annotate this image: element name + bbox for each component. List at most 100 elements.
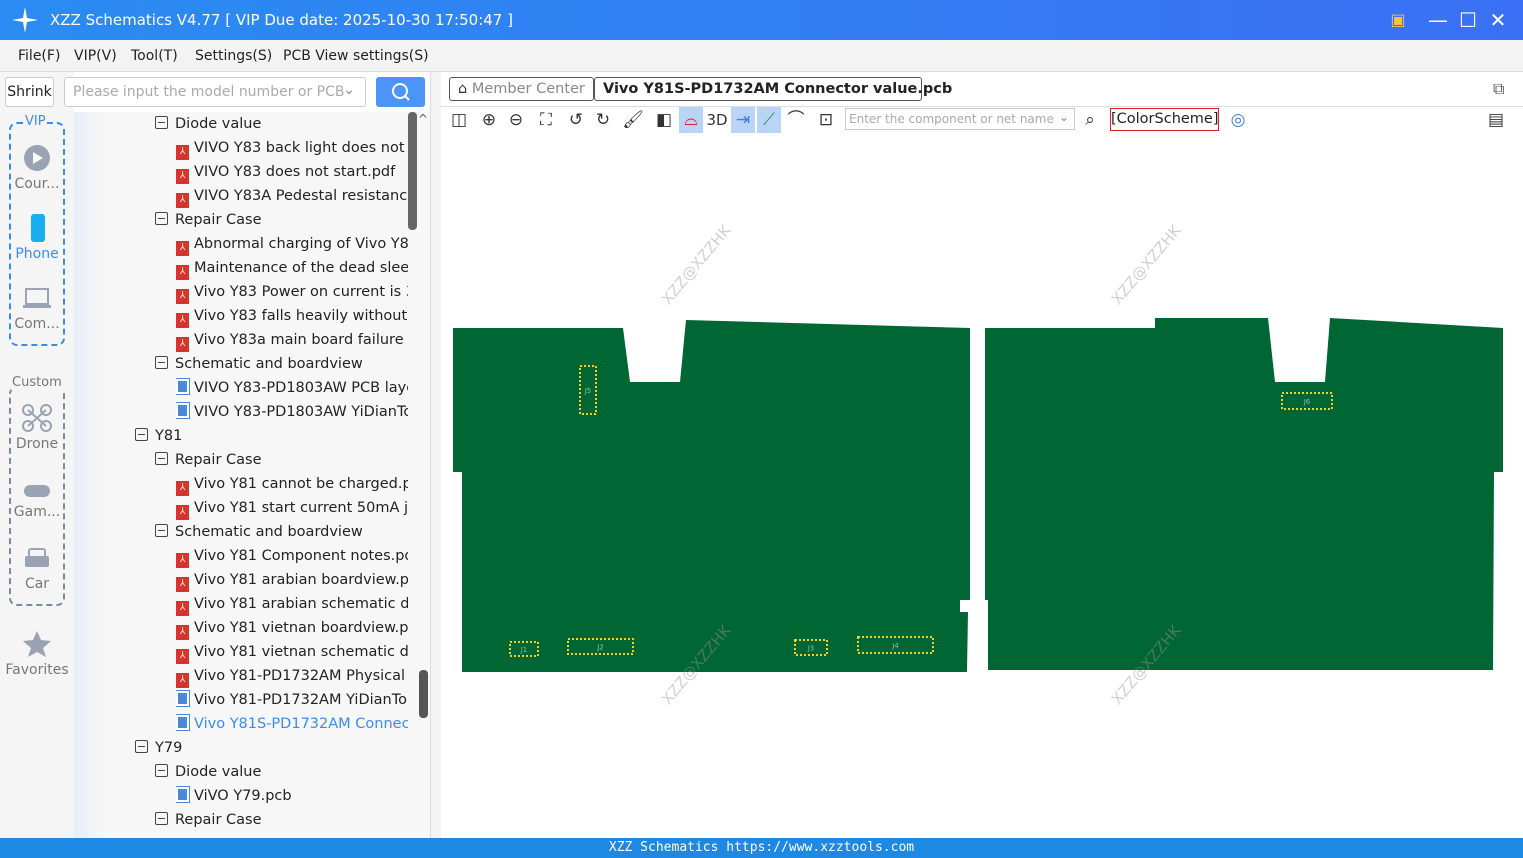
tree-group[interactable]: Diode value bbox=[155, 760, 408, 784]
tree-file-item[interactable]: ⅄ Vivo Y81 start current 50mA jitte bbox=[176, 496, 408, 520]
net-trace-icon[interactable]: ⟋ bbox=[757, 107, 781, 133]
nav-label: Phone bbox=[15, 246, 59, 262]
mouse-icon[interactable]: ⊡ bbox=[814, 107, 838, 133]
tree-file-item[interactable]: ⅄ VIVO Y83 does not start.pdf bbox=[176, 160, 408, 184]
nav-drone[interactable]: Drone bbox=[4, 404, 70, 452]
collapse-icon[interactable] bbox=[135, 428, 148, 441]
menu-vip[interactable]: VIP(V) bbox=[74, 48, 117, 64]
tree-item-label: Repair Case bbox=[175, 812, 262, 828]
tree-file-item[interactable]: ⅄ Vivo Y81 cannot be charged.pdf bbox=[176, 472, 408, 496]
close-button[interactable]: ✕ bbox=[1486, 8, 1510, 32]
maximize-button[interactable]: ☐ bbox=[1456, 8, 1480, 32]
tree-file-item[interactable]: Vivo Y81-PD1732AM YiDianTon bbox=[176, 688, 408, 712]
tree-file-item[interactable]: ⅄ Vivo Y83 Power on current is 3 M bbox=[176, 280, 408, 304]
tree-file-item[interactable]: ⅄ VIVO Y83 back light does not w bbox=[176, 136, 408, 160]
collapse-icon[interactable] bbox=[135, 740, 148, 753]
scroll-up-arrow[interactable]: ^ bbox=[418, 112, 428, 126]
eye-icon[interactable]: ◎ bbox=[1226, 107, 1250, 133]
nav-phone[interactable]: Phone bbox=[4, 214, 70, 262]
pcb-canvas[interactable]: J1 J2 J3 J4J5J6XZZ@XZZHK XZZ@XZZHKXZZ@XZZHK X… bbox=[441, 135, 1523, 838]
collapse-icon[interactable] bbox=[155, 764, 168, 777]
tree-group[interactable]: Schematic and boardview bbox=[155, 520, 408, 544]
collapse-icon[interactable] bbox=[155, 356, 168, 369]
collapse-icon[interactable] bbox=[155, 116, 168, 129]
tree-scrollbar-secondary[interactable] bbox=[419, 670, 428, 718]
tree-file-item[interactable]: ⅄ Vivo Y81 arabian schematic diag bbox=[176, 592, 408, 616]
pdf-file-icon: ⅄ bbox=[176, 505, 189, 520]
tree-group[interactable]: Diode value bbox=[155, 112, 408, 136]
tree-file-item[interactable]: ⅄ Vivo Y81-PD1732AM Physical sc bbox=[176, 664, 408, 688]
close-tabs-icon[interactable]: ⧉ bbox=[1493, 79, 1504, 99]
tree-group[interactable]: Repair Case bbox=[155, 208, 408, 232]
tree-group[interactable]: Schematic and boardview bbox=[155, 352, 408, 376]
nav-computer[interactable]: Com... bbox=[4, 286, 70, 332]
menu-settings[interactable]: Settings(S) bbox=[195, 48, 272, 64]
nav-courses[interactable]: Cour... bbox=[4, 144, 70, 192]
tab-member-center[interactable]: ⌂ Member Center bbox=[449, 77, 594, 101]
tree-file-item[interactable]: Vivo Y81S-PD1732AM Connecto bbox=[176, 712, 408, 736]
tree-file-item[interactable]: ⅄ Vivo Y83 falls heavily without se bbox=[176, 304, 408, 328]
probe-icon[interactable]: ⌓ bbox=[679, 107, 703, 133]
fit-view-icon[interactable]: ⛶ bbox=[534, 107, 558, 133]
search-button[interactable] bbox=[376, 77, 425, 107]
menu-tool[interactable]: Tool(T) bbox=[131, 48, 178, 64]
3d-button[interactable]: 3D bbox=[704, 107, 730, 133]
side-panel-icon[interactable]: ▤ bbox=[1484, 107, 1508, 133]
color-scheme-button[interactable]: [ColorScheme] bbox=[1110, 108, 1219, 131]
menu-pcb-view-settings[interactable]: PCB View settings(S) bbox=[283, 48, 429, 64]
paint-roller-icon[interactable]: 🖌 bbox=[621, 107, 645, 133]
gamepad-icon bbox=[24, 485, 50, 497]
collapse-icon[interactable] bbox=[155, 524, 168, 537]
pane-splitter[interactable] bbox=[430, 72, 441, 838]
tree-file-item[interactable]: VIVO Y83-PD1803AW YiDianTon bbox=[176, 400, 408, 424]
zoom-in-icon[interactable]: ⊕ bbox=[477, 107, 501, 133]
tree-file-item[interactable]: ⅄ VIVO Y83A Pedestal resistance v bbox=[176, 184, 408, 208]
title-bar: XZZ Schematics V4.77 [ VIP Due date: 202… bbox=[0, 0, 1523, 40]
tree-file-item[interactable]: ⅄ Vivo Y83a main board failure dc bbox=[176, 328, 408, 352]
mirror-icon[interactable]: ◧ bbox=[652, 107, 676, 133]
tree-group[interactable]: Y81 bbox=[135, 424, 408, 448]
shrink-button[interactable]: Shrink bbox=[5, 77, 54, 107]
nav-favorites[interactable]: Favorites bbox=[4, 630, 70, 678]
tree-file-item[interactable]: ViVO Y79.pcb bbox=[176, 784, 408, 808]
curve-icon[interactable]: ⌒ bbox=[784, 107, 808, 133]
chevron-down-icon[interactable]: ⌄ bbox=[1059, 110, 1069, 124]
tree-scrollbar-thumb[interactable] bbox=[408, 112, 417, 230]
search-icon[interactable]: ⌕ bbox=[1078, 107, 1102, 133]
tree-group[interactable]: Repair Case bbox=[155, 808, 408, 832]
chevron-down-icon[interactable]: ⌄ bbox=[343, 82, 355, 98]
tree-file-item[interactable]: ⅄ Abnormal charging of Vivo Y83 bbox=[176, 232, 408, 256]
tree-item-label: VIVO Y83 back light does not w bbox=[194, 140, 408, 156]
pdf-file-icon: ⅄ bbox=[176, 649, 189, 664]
nav-game[interactable]: Gam... bbox=[4, 482, 70, 520]
collapse-icon[interactable] bbox=[155, 212, 168, 225]
tree-file-item[interactable]: VIVO Y83-PD1803AW PCB layer bbox=[176, 376, 408, 400]
tree-file-item[interactable]: ⅄ Vivo Y81 vietnan boardview.pdf bbox=[176, 616, 408, 640]
tree-file-item[interactable]: ⅄ Maintenance of the dead sleep bbox=[176, 256, 408, 280]
minimize-button[interactable]: — bbox=[1426, 8, 1450, 32]
zoom-out-icon[interactable]: ⊖ bbox=[504, 107, 528, 133]
tree-file-item[interactable]: ⅄ Vivo Y81 vietnan schematic diag bbox=[176, 640, 408, 664]
pcb-file-icon bbox=[176, 378, 190, 395]
tree-item-label: Vivo Y81 Component notes.pdf bbox=[194, 548, 408, 564]
rotate-right-icon[interactable]: ↻ bbox=[591, 107, 615, 133]
split-view-icon[interactable]: ◫ bbox=[447, 107, 471, 133]
nav-car[interactable]: Car bbox=[4, 546, 70, 592]
tree-file-item[interactable]: ⅄ Vivo Y81 arabian boardview.pdf bbox=[176, 568, 408, 592]
model-search-input[interactable]: Please input the model number or PCB ⌄ bbox=[64, 77, 366, 107]
tree-item-label: Abnormal charging of Vivo Y83 bbox=[194, 236, 408, 252]
briefcase-icon[interactable]: ▣ bbox=[1386, 8, 1410, 32]
connector-label: J2 bbox=[596, 644, 604, 652]
component-search-input[interactable]: Enter the component or net name ⌄ bbox=[845, 108, 1075, 130]
tab-pcb-file[interactable]: Vivo Y81S-PD1732AM Connector value.pcb bbox=[594, 77, 952, 101]
tree-file-item[interactable]: ⅄ Vivo Y81 Component notes.pdf bbox=[176, 544, 408, 568]
tree-item-label: Vivo Y81 start current 50mA jitte bbox=[194, 500, 408, 516]
collapse-icon[interactable] bbox=[155, 812, 168, 825]
diode-icon[interactable]: ⇥ bbox=[731, 107, 755, 133]
rotate-left-icon[interactable]: ↺ bbox=[564, 107, 588, 133]
pdf-file-icon: ⅄ bbox=[176, 601, 189, 616]
menu-file[interactable]: File(F) bbox=[18, 48, 60, 64]
collapse-icon[interactable] bbox=[155, 452, 168, 465]
tree-group[interactable]: Y79 bbox=[135, 736, 408, 760]
tree-group[interactable]: Repair Case bbox=[155, 448, 408, 472]
